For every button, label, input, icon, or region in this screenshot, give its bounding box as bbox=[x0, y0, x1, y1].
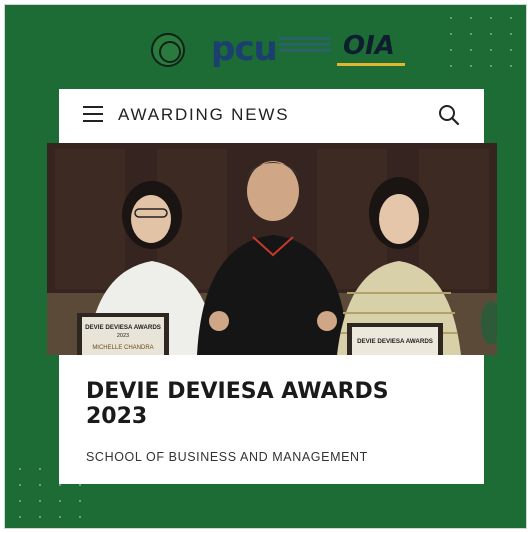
news-card: AWARDING NEWS DEVIE DEVIESA AWARDS 2023 … bbox=[47, 89, 497, 484]
card-header: AWARDING NEWS bbox=[59, 89, 484, 141]
headline-line-2: 2023 bbox=[86, 404, 148, 429]
school-label: SCHOOL OF BUSINESS AND MANAGEMENT bbox=[86, 450, 368, 464]
certificate-left-name: MICHELLE CHANDRA bbox=[92, 345, 153, 351]
post-frame: pcu OIA AWARDING NEWS DEVIE DEVIESA AWAR… bbox=[4, 4, 527, 529]
search-icon[interactable] bbox=[438, 104, 460, 126]
oia-logo: OIA bbox=[343, 31, 395, 61]
oia-logo-underline bbox=[337, 63, 405, 66]
logo-bar: pcu OIA bbox=[5, 29, 526, 69]
award-photo: DEVIE DEVIESA AWARDS 2023 MICHELLE CHAND… bbox=[47, 143, 497, 355]
hamburger-menu-icon[interactable] bbox=[83, 106, 103, 122]
pcu-logo: pcu bbox=[211, 29, 278, 69]
article-headline[interactable]: DEVIE DEVIESA AWARDS 2023 bbox=[86, 379, 466, 429]
pcu-logo-subtext bbox=[279, 37, 331, 52]
certificate-left-title: DEVIE DEVIESA AWARDS bbox=[85, 324, 161, 331]
section-title: AWARDING NEWS bbox=[118, 105, 290, 124]
university-seal-logo bbox=[151, 33, 185, 67]
certificate-right-title: DEVIE DEVIESA AWARDS bbox=[357, 338, 433, 345]
certificate-left-year: 2023 bbox=[117, 333, 129, 339]
headline-line-1: DEVIE DEVIESA AWARDS bbox=[86, 379, 389, 404]
